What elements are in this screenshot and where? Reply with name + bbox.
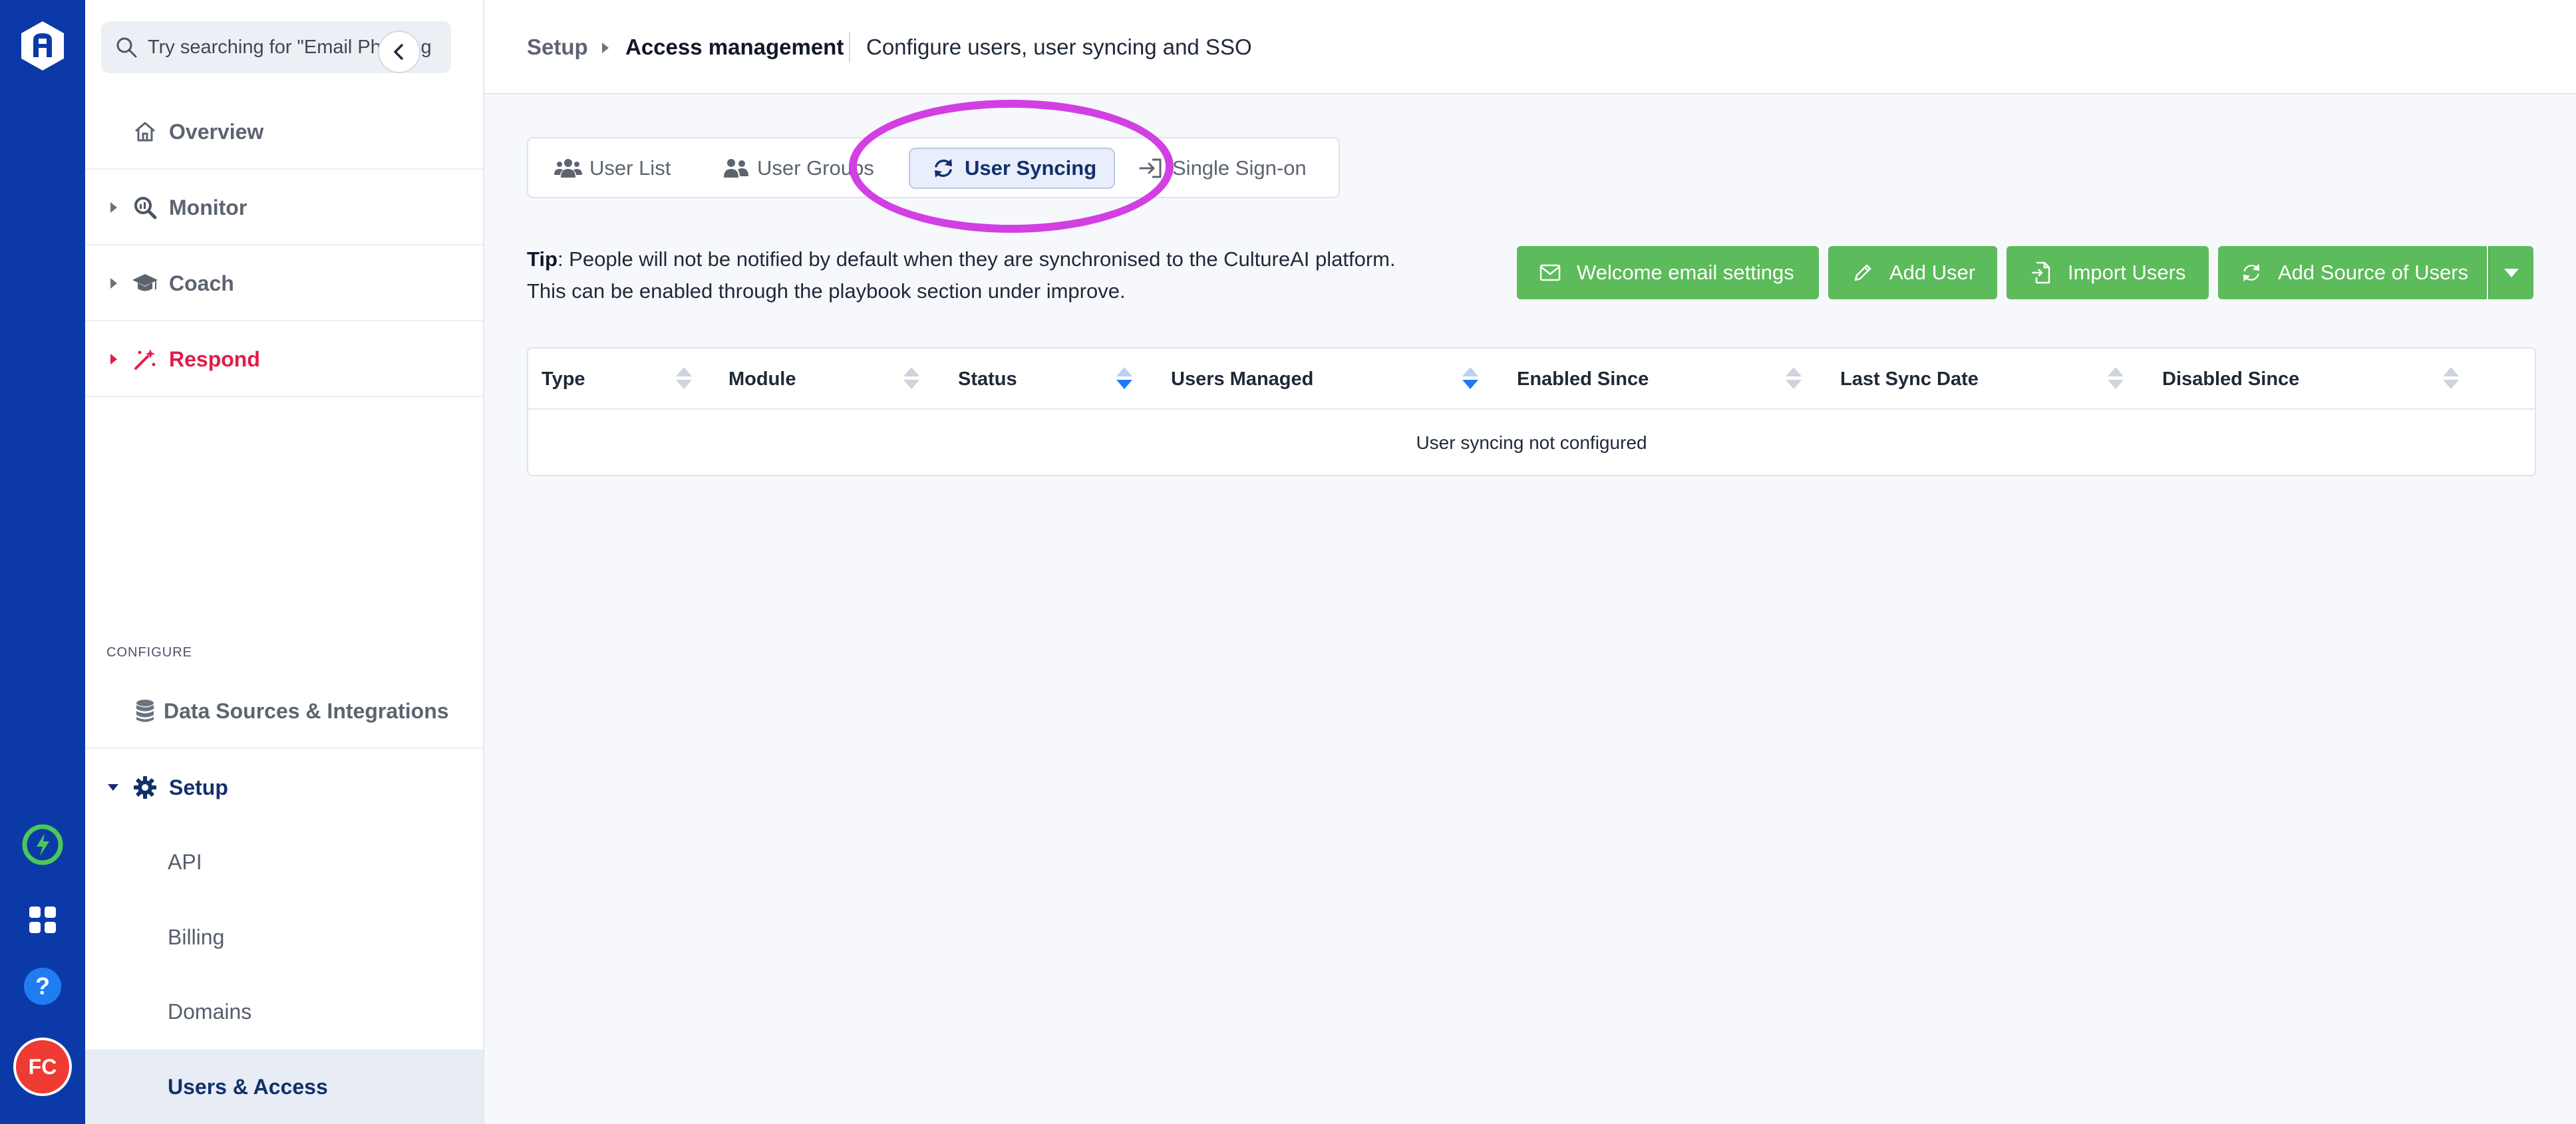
sidebar-item-overview[interactable]: Overview xyxy=(85,95,483,170)
status-indicator-icon[interactable] xyxy=(19,821,66,868)
user-avatar[interactable]: FC xyxy=(13,1038,72,1096)
column-header-users-managed[interactable]: Users Managed xyxy=(1171,368,1313,390)
tab-user-syncing[interactable]: User Syncing xyxy=(909,148,1115,189)
chevron-down-icon xyxy=(2504,268,2519,277)
page-description: Configure users, user syncing and SSO xyxy=(866,35,1252,59)
user-syncing-table: Type Module Status Users Managed Enabled… xyxy=(527,347,2536,476)
expand-caret-icon xyxy=(110,278,117,289)
sidebar-item-data-sources[interactable]: Data Sources & Integrations xyxy=(85,674,483,749)
button-label: Add Source of Users xyxy=(2278,261,2469,284)
gear-icon xyxy=(132,774,158,801)
sort-icon[interactable] xyxy=(1116,367,1132,391)
sync-icon xyxy=(2238,259,2265,286)
sidebar-subitem-billing[interactable]: Billing xyxy=(85,900,483,974)
page-title: Access management xyxy=(625,35,844,59)
expand-caret-icon xyxy=(110,202,117,213)
sidebar-subitem-domains[interactable]: Domains xyxy=(85,974,483,1049)
breadcrumb-setup[interactable]: Setup xyxy=(527,35,588,60)
sort-icon[interactable] xyxy=(903,367,919,391)
sidebar-subitem-api[interactable]: API xyxy=(85,825,483,899)
help-glyph: ? xyxy=(24,968,61,1005)
sort-icon[interactable] xyxy=(2443,367,2459,391)
tip-line-1: : People will not be notified by default… xyxy=(557,247,1396,271)
tip-line-2: This can be enabled through the playbook… xyxy=(527,279,1126,303)
monitor-search-icon xyxy=(132,194,158,221)
column-header-last-sync-date[interactable]: Last Sync Date xyxy=(1840,368,1979,390)
header-divider xyxy=(849,32,850,63)
column-header-status[interactable]: Status xyxy=(958,368,1017,390)
column-header-type[interactable]: Type xyxy=(542,368,585,390)
welcome-email-settings-button[interactable]: Welcome email settings xyxy=(1517,246,1819,299)
sort-icon[interactable] xyxy=(676,367,692,391)
button-label: Welcome email settings xyxy=(1577,261,1794,284)
sidebar-item-monitor[interactable]: Monitor xyxy=(85,171,483,245)
graduation-cap-icon xyxy=(132,270,158,297)
breadcrumb-separator-icon xyxy=(602,43,609,53)
expand-caret-icon xyxy=(110,354,117,364)
app-logo[interactable] xyxy=(20,20,65,72)
database-icon xyxy=(132,698,158,724)
tab-label: User List xyxy=(589,156,671,180)
sign-in-icon xyxy=(1136,156,1166,180)
tab-user-list[interactable]: User List xyxy=(554,148,671,189)
sidebar-item-setup[interactable]: Setup xyxy=(85,750,483,825)
add-source-of-users-button[interactable]: Add Source of Users xyxy=(2218,246,2487,299)
sort-icon[interactable] xyxy=(1462,367,1478,391)
sidebar: Overview Monitor Coach Respond CONFIGURE… xyxy=(85,0,484,1124)
sidebar-item-respond[interactable]: Respond xyxy=(85,323,483,397)
column-header-module[interactable]: Module xyxy=(728,368,796,390)
sidebar-item-label: Overview xyxy=(169,119,264,144)
collapse-sidebar-button[interactable] xyxy=(378,31,420,73)
apps-grid-icon[interactable] xyxy=(19,897,66,943)
file-import-icon xyxy=(2028,259,2054,286)
chevron-left-icon xyxy=(394,44,403,60)
sidebar-item-coach[interactable]: Coach xyxy=(85,247,483,321)
tab-user-groups[interactable]: User Groups xyxy=(721,148,874,189)
access-tabs: User List User Groups User Syncing Singl… xyxy=(527,137,1340,198)
tab-single-sign-on[interactable]: Single Sign-on xyxy=(1136,148,1307,189)
button-label: Import Users xyxy=(2068,261,2186,284)
app-rail: ? FC xyxy=(0,0,85,1124)
add-source-dropdown-toggle[interactable] xyxy=(2488,246,2533,299)
tip-prefix: Tip xyxy=(527,247,558,271)
sync-icon xyxy=(929,156,958,180)
table-header: Type Module Status Users Managed Enabled… xyxy=(528,349,2535,410)
sidebar-item-label: Monitor xyxy=(169,195,247,219)
tip-text: Tip: People will not be notified by defa… xyxy=(527,243,1458,307)
help-icon[interactable]: ? xyxy=(19,963,66,1010)
table-empty-message: User syncing not configured xyxy=(1416,432,1647,453)
pencil-icon xyxy=(1850,259,1876,286)
sidebar-item-label: Coach xyxy=(169,271,234,295)
collapse-caret-icon xyxy=(108,784,118,791)
column-header-disabled-since[interactable]: Disabled Since xyxy=(2162,368,2299,390)
section-label-configure: CONFIGURE xyxy=(106,645,192,660)
button-label: Add User xyxy=(1889,261,1976,284)
sidebar-subitem-users-access[interactable]: Users & Access xyxy=(85,1050,483,1124)
column-header-enabled-since[interactable]: Enabled Since xyxy=(1517,368,1649,390)
sort-icon[interactable] xyxy=(1786,367,1802,391)
sidebar-item-label: Setup xyxy=(169,775,228,799)
add-user-button[interactable]: Add User xyxy=(1828,246,1997,299)
tab-label: User Groups xyxy=(757,156,874,180)
users-icon xyxy=(554,156,583,180)
sort-icon[interactable] xyxy=(2108,367,2124,391)
search-icon xyxy=(116,37,137,58)
page-header: Setup Access management Configure users,… xyxy=(484,0,2576,94)
envelope-icon xyxy=(1537,259,1563,286)
import-users-button[interactable]: Import Users xyxy=(2007,246,2209,299)
home-icon xyxy=(132,118,158,145)
tab-label: User Syncing xyxy=(965,156,1097,180)
sidebar-item-label: Data Sources & Integrations xyxy=(164,698,449,723)
tab-label: Single Sign-on xyxy=(1172,156,1307,180)
magic-wand-icon xyxy=(132,346,158,372)
sidebar-item-label: Respond xyxy=(169,347,260,371)
user-group-icon xyxy=(721,156,750,180)
